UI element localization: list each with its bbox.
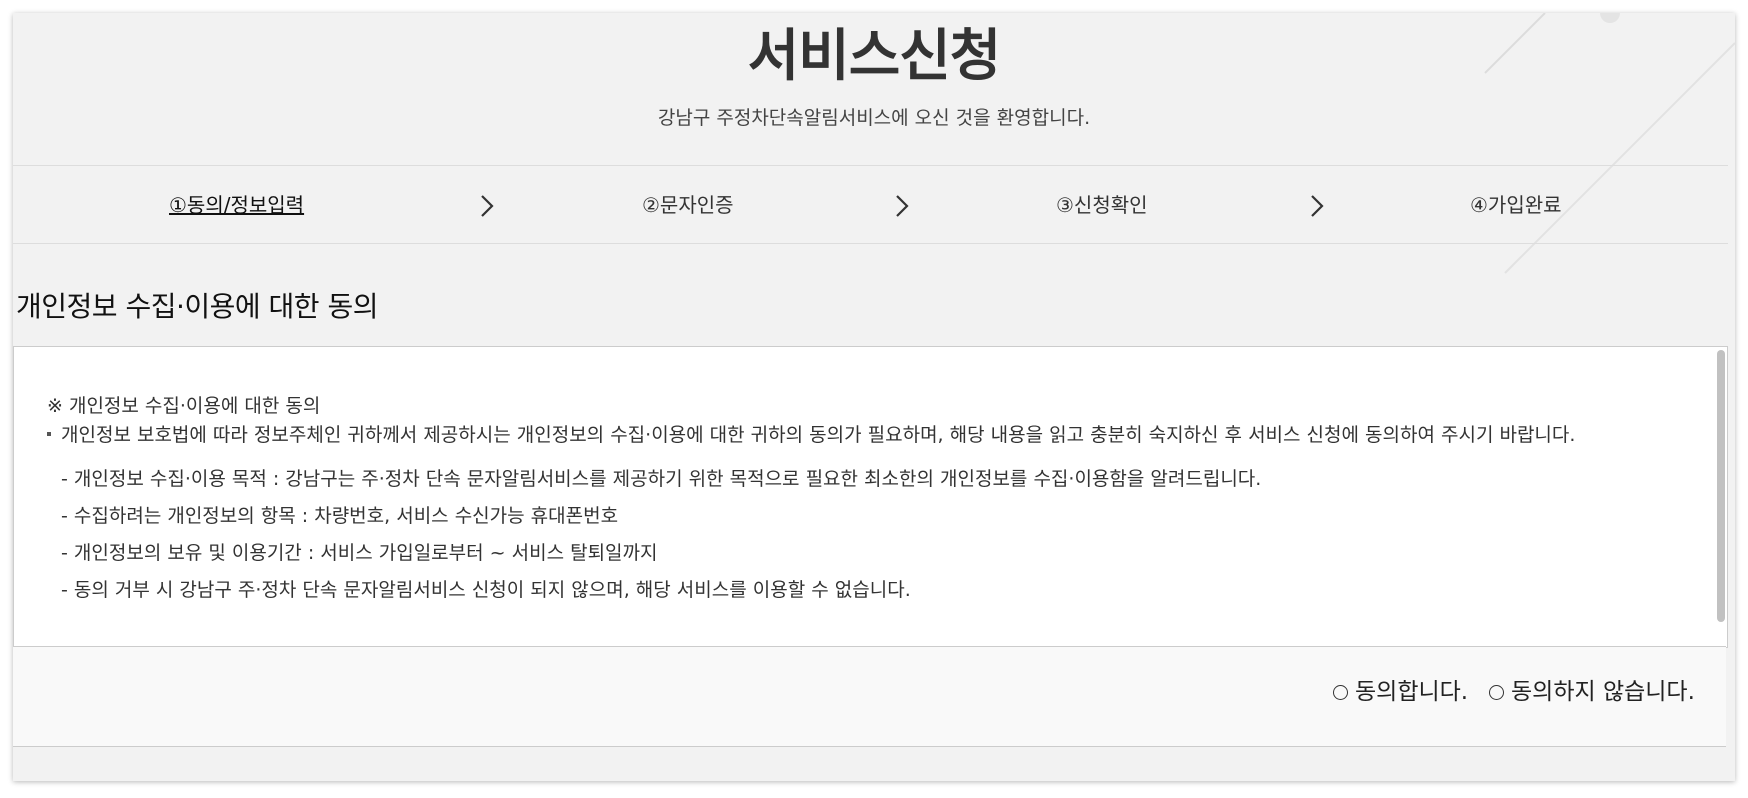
service-application-panel: 서비스신청 강남구 주정차단속알림서비스에 오신 것을 환영합니다. ①동의/정… <box>13 13 1735 781</box>
consent-options-bar: 동의합니다. 동의하지 않습니다. <box>13 646 1726 747</box>
consent-bullet: 개인정보 보호법에 따라 정보주체인 귀하께서 제공하시는 개인정보의 수집·이… <box>47 423 1575 447</box>
consent-bullet-text: 개인정보 보호법에 따라 정보주체인 귀하께서 제공하시는 개인정보의 수집·이… <box>61 424 1576 446</box>
consent-item-refusal: - 동의 거부 시 강남구 주·정차 단속 문자알림서비스 신청이 되지 않으며… <box>61 579 911 601</box>
agree-label: 동의합니다. <box>1355 679 1469 705</box>
page-title: 서비스신청 <box>747 24 1002 89</box>
options-bottom-border <box>13 746 1726 747</box>
consent-item-period: - 개인정보의 보유 및 이용기간 : 서비스 가입일로부터 ~ 서비스 탈퇴일… <box>61 542 658 564</box>
consent-item-fields: - 수집하려는 개인정보의 항목 : 차량번호, 서비스 수신가능 휴대폰번호 <box>61 505 619 527</box>
disagree-radio[interactable]: 동의하지 않습니다. <box>1489 677 1695 707</box>
chevron-right-icon <box>896 195 909 217</box>
consent-item-purpose: - 개인정보 수집·이용 목적 : 강남구는 주·정차 단속 문자알림서비스를 … <box>61 468 1262 490</box>
scrollbar-thumb[interactable] <box>1717 350 1725 622</box>
consent-heading: ※ 개인정보 수집·이용에 대한 동의 <box>47 395 321 417</box>
consent-content-box[interactable]: ※ 개인정보 수집·이용에 대한 동의 개인정보 보호법에 따라 정보주체인 귀… <box>13 346 1728 648</box>
disagree-label: 동의하지 않습니다. <box>1511 679 1695 705</box>
step-sms-verify: ②문자인증 <box>642 193 734 217</box>
agree-radio[interactable]: 동의합니다. <box>1333 677 1468 707</box>
consent-section-title: 개인정보 수집·이용에 대한 동의 <box>16 290 378 323</box>
step-complete: ④가입완료 <box>1470 193 1562 217</box>
chevron-right-icon <box>481 195 494 217</box>
bullet-icon <box>47 431 51 436</box>
radio-unchecked-icon[interactable] <box>1333 684 1348 700</box>
step-indicator: ①동의/정보입력 ②문자인증 ③신청확인 ④가입완료 <box>13 165 1728 244</box>
radio-unchecked-icon[interactable] <box>1489 684 1504 700</box>
step-agree-input[interactable]: ①동의/정보입력 <box>169 192 304 218</box>
page-subtitle: 강남구 주정차단속알림서비스에 오신 것을 환영합니다. <box>657 107 1091 129</box>
chevron-right-icon <box>1311 195 1324 217</box>
step-confirm: ③신청확인 <box>1056 193 1148 217</box>
